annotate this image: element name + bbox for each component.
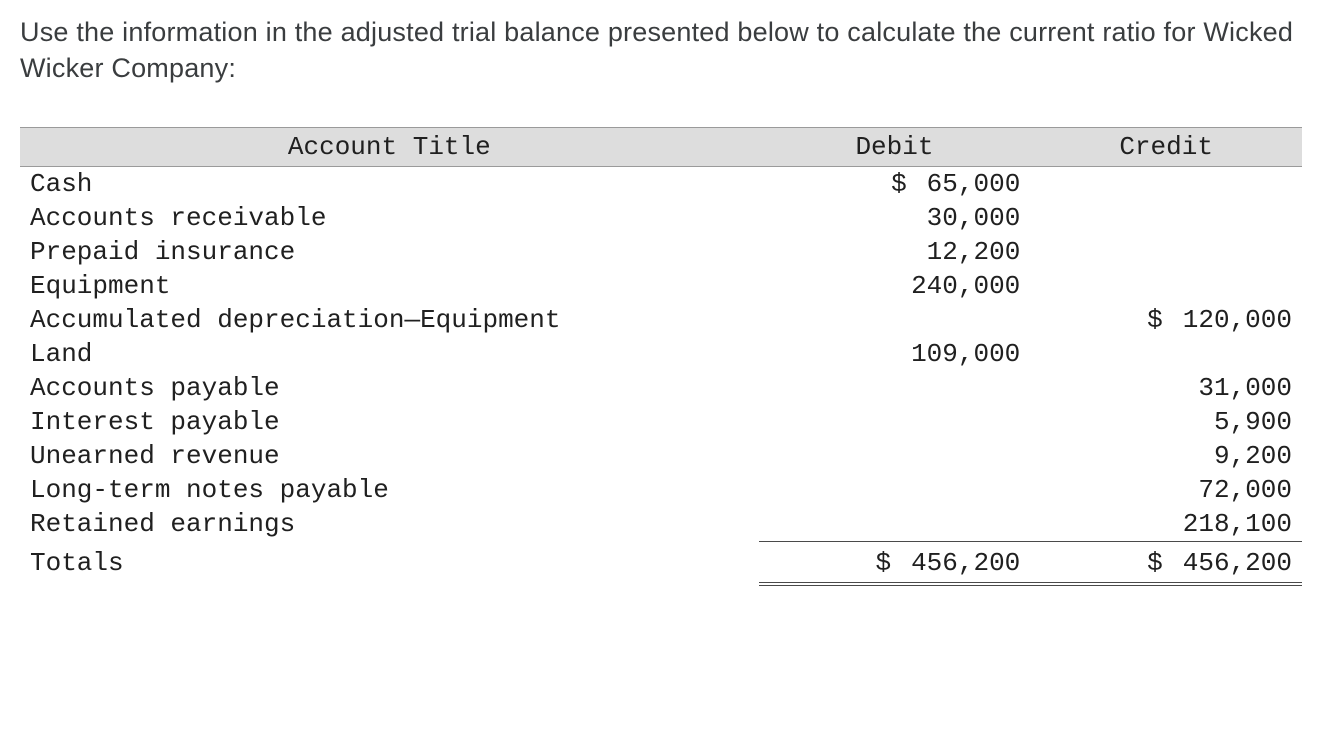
credit-value	[1030, 201, 1302, 235]
debit-value: 30,000	[759, 201, 1031, 235]
credit-value	[1030, 235, 1302, 269]
credit-value	[1030, 166, 1302, 201]
table-header-row: Account Title Debit Credit	[20, 127, 1302, 166]
table-row: Prepaid insurance 12,200	[20, 235, 1302, 269]
table-row: Long-term notes payable 72,000	[20, 473, 1302, 507]
credit-value	[1030, 269, 1302, 303]
col-header-credit: Credit	[1030, 127, 1302, 166]
credit-value: 9,200	[1030, 439, 1302, 473]
credit-value: 72,000	[1030, 473, 1302, 507]
account-title: Accounts receivable	[20, 201, 759, 235]
account-title: Prepaid insurance	[20, 235, 759, 269]
table-row: Accounts receivable 30,000	[20, 201, 1302, 235]
account-title: Accumulated depreciation—Equipment	[20, 303, 759, 337]
table-row: Unearned revenue 9,200	[20, 439, 1302, 473]
table-row: Equipment 240,000	[20, 269, 1302, 303]
debit-value	[759, 405, 1031, 439]
debit-value	[759, 303, 1031, 337]
table-row: Interest payable 5,900	[20, 405, 1302, 439]
account-title: Cash	[20, 166, 759, 201]
totals-label: Totals	[20, 541, 759, 584]
credit-value	[1030, 337, 1302, 371]
col-header-debit: Debit	[759, 127, 1031, 166]
debit-value: $ 65,000	[759, 166, 1031, 201]
account-title: Accounts payable	[20, 371, 759, 405]
table-row: Cash$ 65,000	[20, 166, 1302, 201]
totals-debit: $ 456,200	[759, 541, 1031, 584]
table-row: Accumulated depreciation—Equipment $ 120,…	[20, 303, 1302, 337]
debit-value: 12,200	[759, 235, 1031, 269]
debit-value: 109,000	[759, 337, 1031, 371]
debit-value	[759, 371, 1031, 405]
account-title: Land	[20, 337, 759, 371]
debit-value: 240,000	[759, 269, 1031, 303]
debit-value	[759, 473, 1031, 507]
credit-value: 31,000	[1030, 371, 1302, 405]
account-title: Unearned revenue	[20, 439, 759, 473]
question-prompt: Use the information in the adjusted tria…	[20, 14, 1302, 87]
debit-value	[759, 507, 1031, 542]
account-title: Retained earnings	[20, 507, 759, 542]
trial-balance-table: Account Title Debit Credit Cash$ 65,000A…	[20, 127, 1302, 586]
credit-value: 218,100	[1030, 507, 1302, 542]
account-title: Interest payable	[20, 405, 759, 439]
totals-credit: $ 456,200	[1030, 541, 1302, 584]
table-row: Retained earnings 218,100	[20, 507, 1302, 542]
debit-value	[759, 439, 1031, 473]
col-header-account: Account Title	[20, 127, 759, 166]
account-title: Equipment	[20, 269, 759, 303]
account-title: Long-term notes payable	[20, 473, 759, 507]
table-row: Accounts payable 31,000	[20, 371, 1302, 405]
totals-row: Totals$ 456,200$ 456,200	[20, 541, 1302, 584]
table-row: Land 109,000	[20, 337, 1302, 371]
credit-value: 5,900	[1030, 405, 1302, 439]
credit-value: $ 120,000	[1030, 303, 1302, 337]
